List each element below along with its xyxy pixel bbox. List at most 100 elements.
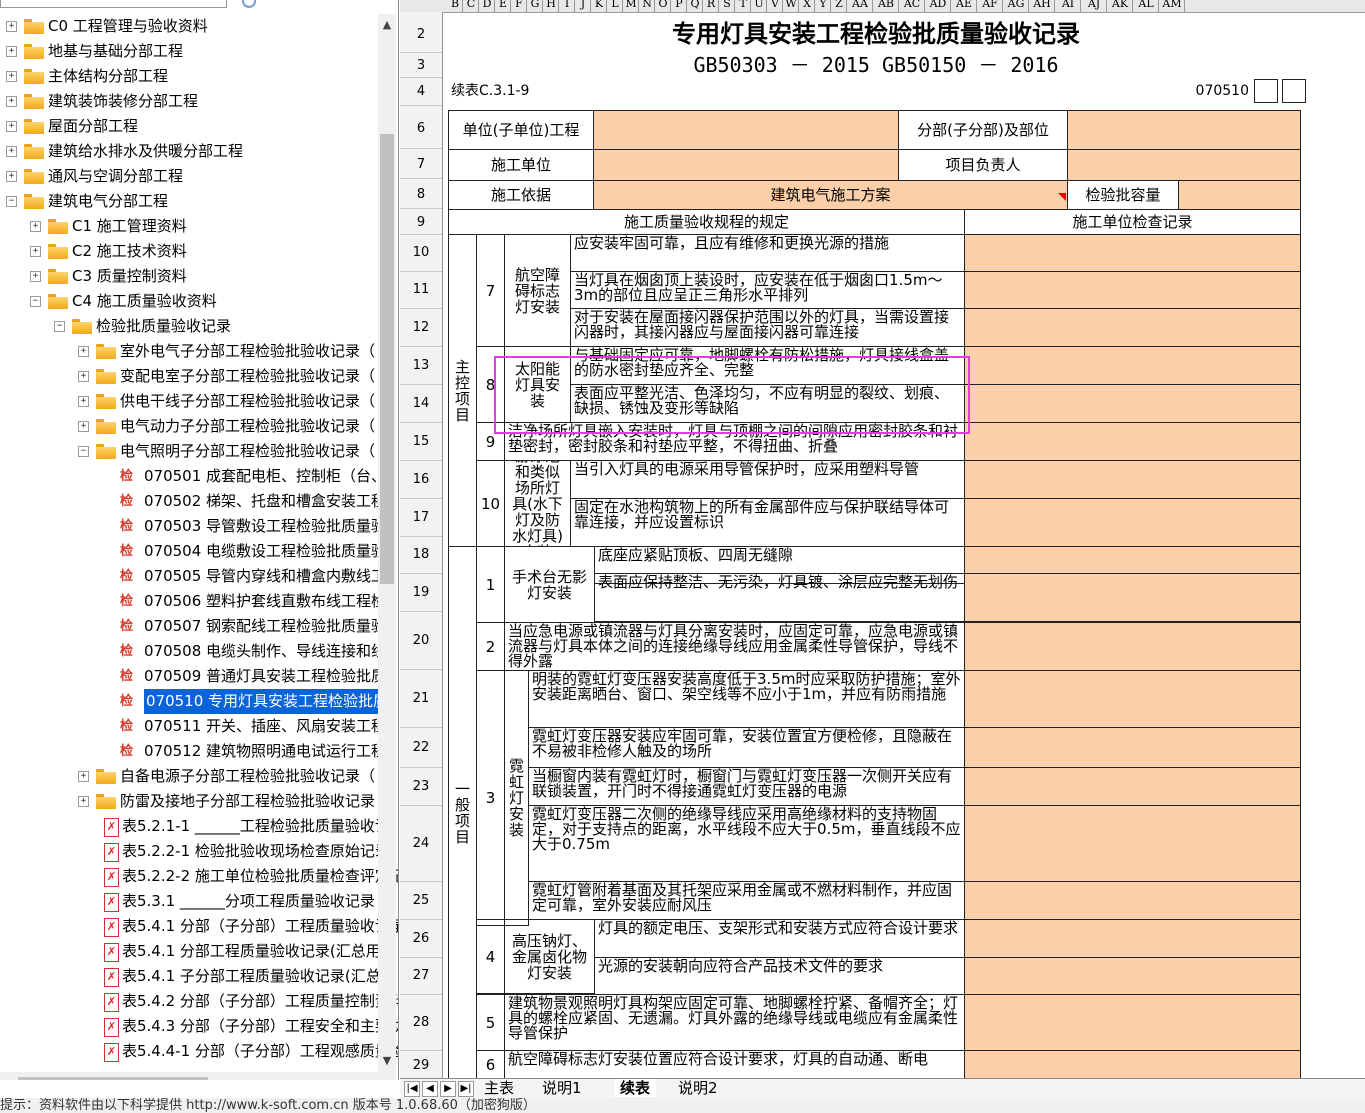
check-record-cell[interactable] [964,957,1301,995]
tree-item[interactable]: + C3 质量控制资料 [0,264,378,289]
column-header[interactable]: I [560,0,575,12]
check-record-cell[interactable] [964,881,1301,920]
tree-item[interactable]: ✗ 表5.2.1-1 ______工程检验批质量验收记 [0,814,390,839]
column-header[interactable]: AC [900,0,925,12]
column-header[interactable]: S [720,0,735,12]
tree-item[interactable]: − 检验批质量验收记录 [0,314,378,339]
tree-item[interactable]: + 地基与基础分部工程 [0,39,378,64]
check-record-cell[interactable] [964,308,1301,347]
batch-capacity-value[interactable] [1178,180,1301,210]
tree-item[interactable]: 检 070505 导管内穿线和槽盒内敷线工 [0,564,386,589]
column-header[interactable]: P [672,0,687,12]
row-header[interactable]: 29 [400,1050,442,1080]
tree-item[interactable]: + 室外电气子分部工程检验批验收记录（ [0,339,378,364]
code-box-1[interactable] [1254,79,1278,103]
column-header[interactable]: G [528,0,543,12]
tree-item[interactable]: 检 070503 导管敷设工程检验批质量验 [0,514,386,539]
collapse-icon[interactable]: − [6,196,17,207]
tree-item[interactable]: ✗ 表5.4.4-1 分部（子分部）工程观感质量检 [0,1039,398,1064]
tree-item[interactable]: ✗ 表5.2.2-1 检验批验收现场检查原始记录 [0,839,390,864]
tree-item[interactable]: + 变配电室子分部工程检验批验收记录（ [0,364,378,389]
column-header[interactable]: R [704,0,719,12]
expand-icon[interactable]: + [6,146,17,157]
basis-value[interactable]: 建筑电气施工方案 [593,180,1068,210]
expand-icon[interactable]: + [78,396,89,407]
row-header[interactable]: 12 [400,308,442,347]
tree-item[interactable]: + 电气动力子分部工程检验批验收记录（ [0,414,378,439]
tab-note2[interactable]: 说明2 [678,1079,718,1097]
search-icon[interactable] [242,0,256,8]
tree-item[interactable]: + 主体结构分部工程 [0,64,378,89]
expand-icon[interactable]: + [30,271,41,282]
column-header[interactable]: E [496,0,511,12]
expand-icon[interactable]: + [78,771,89,782]
tab-continued[interactable]: 续表 [614,1079,657,1097]
tree-item[interactable]: − C4 施工质量验收资料 [0,289,378,314]
column-header[interactable]: AM [1160,0,1185,12]
expand-icon[interactable]: + [78,346,89,357]
check-record-cell[interactable] [964,234,1301,272]
row-header[interactable]: 7 [400,150,442,179]
column-header[interactable]: U [752,0,767,12]
tree-item[interactable]: + 屋面分部工程 [0,114,378,139]
expand-icon[interactable]: + [6,71,17,82]
column-header[interactable]: C [464,0,479,12]
column-header[interactable]: L [608,0,623,12]
tree-item[interactable]: − 建筑电气分部工程 [0,189,378,214]
row-header[interactable]: 25 [400,881,442,920]
scroll-down-icon[interactable]: ▼ [378,1054,396,1072]
tree-item[interactable]: + 建筑给水排水及供暖分部工程 [0,139,378,164]
check-record-cell[interactable] [964,346,1301,385]
sub-project-value[interactable] [1067,110,1301,150]
tree-search-input[interactable] [0,0,227,8]
expand-icon[interactable]: + [6,171,17,182]
row-header[interactable]: 27 [400,957,442,995]
column-header[interactable]: W [784,0,799,12]
column-header[interactable]: D [480,0,495,12]
row-header[interactable]: 11 [400,271,442,309]
tree-item[interactable]: + C0 工程管理与验收资料 [0,14,378,39]
tree-item[interactable]: 检 070508 电缆头制作、导线连接和线 [0,639,386,664]
expand-icon[interactable]: + [78,421,89,432]
tree-item[interactable]: + 自备电源子分部工程检验批验收记录（ [0,764,378,789]
column-header[interactable]: V [768,0,783,12]
tree-horizontal-scrollbar[interactable]: > [0,1072,396,1080]
tree-item[interactable]: 检 070504 电缆敷设工程检验批质量验 [0,539,386,564]
expand-icon[interactable]: + [78,796,89,807]
expand-icon[interactable]: + [6,121,17,132]
column-header[interactable]: N [640,0,655,12]
column-header[interactable]: T [736,0,751,12]
column-header[interactable]: AD [926,0,951,12]
column-header[interactable]: AB [874,0,899,12]
tree-item[interactable]: ✗ 表5.2.2-2 施工单位检验批质量检查评定记 [0,864,398,889]
scroll-right-icon[interactable]: > [363,1076,372,1080]
column-header[interactable]: AG [1004,0,1029,12]
check-record-cell[interactable] [964,498,1301,547]
prev-sheet-icon[interactable]: ◀ [422,1081,438,1097]
expand-icon[interactable]: + [78,371,89,382]
expand-icon[interactable]: + [30,246,41,257]
row-header[interactable]: 16 [400,460,442,499]
row-header[interactable]: 18 [400,536,442,574]
row-header[interactable]: 20 [400,611,442,670]
tree-item[interactable]: 检 070510 专用灯具安装工程检验批质 [0,689,391,714]
column-header[interactable]: X [800,0,815,12]
tree-item[interactable]: + 通风与空调分部工程 [0,164,378,189]
project-manager-value[interactable] [1067,149,1301,181]
column-header[interactable]: AE [952,0,977,12]
tree-item[interactable]: + C1 施工管理资料 [0,214,378,239]
row-header[interactable]: 3 [400,53,442,78]
tree-item[interactable]: ✗ 表5.4.3 分部（子分部）工程安全和主要功 [0,1014,398,1039]
column-header[interactable]: AJ [1082,0,1107,12]
check-record-cell[interactable] [964,805,1301,882]
row-header[interactable]: 9 [400,210,442,235]
column-header[interactable]: AA [848,0,873,12]
tree-item[interactable]: + C2 施工技术资料 [0,239,378,264]
column-header[interactable]: Y [816,0,831,12]
tree-item[interactable]: 检 070509 普通灯具安装工程检验批质 [0,664,386,689]
first-sheet-icon[interactable]: |◀ [404,1081,420,1097]
tab-note1[interactable]: 说明1 [542,1079,582,1097]
row-header[interactable]: 24 [400,805,442,882]
column-header[interactable]: AF [978,0,1003,12]
tree-item[interactable]: 检 070507 钢索配线工程检验批质量验 [0,614,386,639]
